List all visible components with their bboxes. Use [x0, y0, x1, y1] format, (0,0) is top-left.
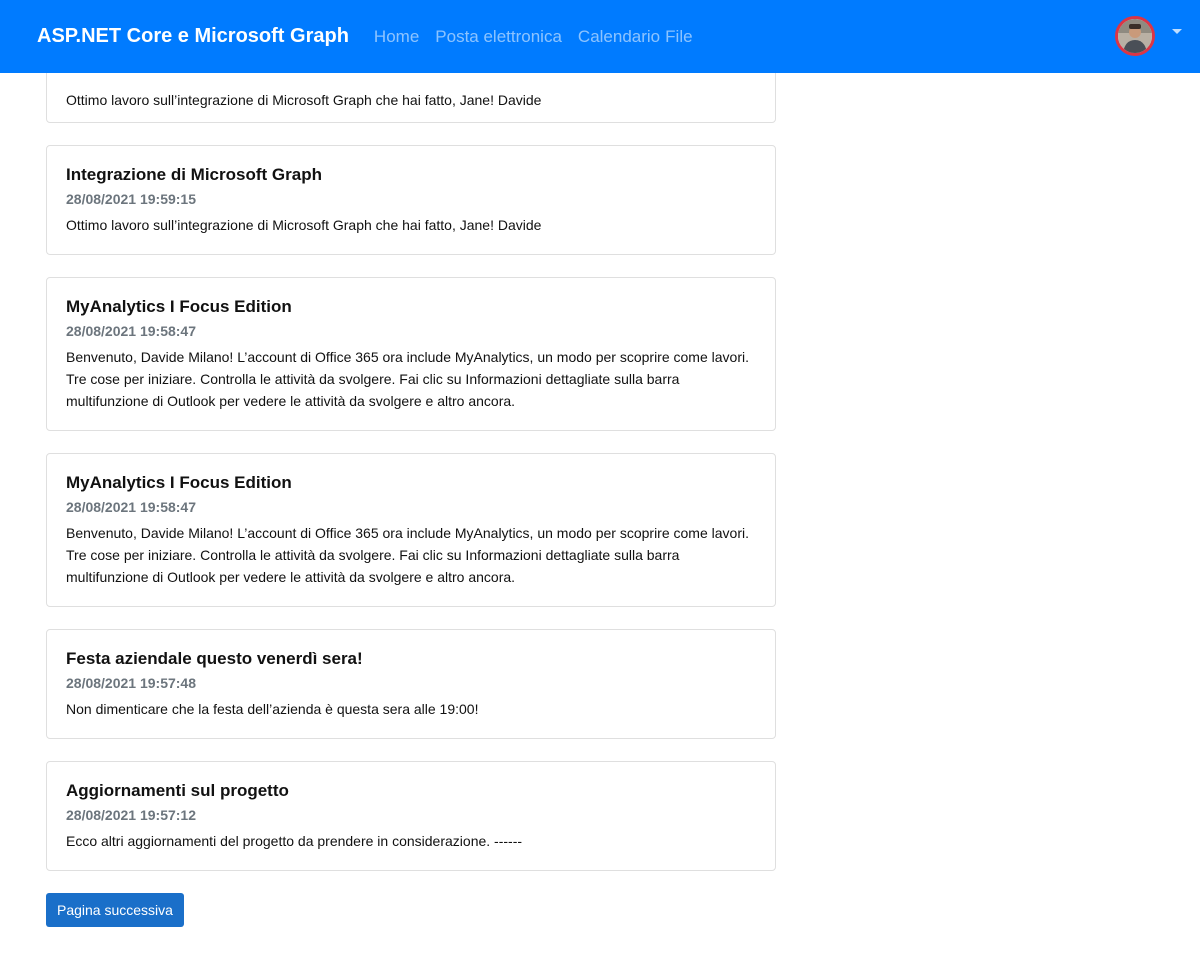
message-body: Benvenuto, Davide Milano! L’account di O…: [66, 525, 749, 585]
message-card[interactable]: Integrazione di Microsoft Graph 28/08/20…: [46, 145, 776, 255]
nav-link-home[interactable]: Home: [374, 27, 419, 47]
message-subject: MyAnalytics I Focus Edition: [66, 473, 292, 492]
nav-link-files[interactable]: File: [665, 27, 692, 47]
top-navbar: ASP.NET Core e Microsoft Graph Home Post…: [0, 0, 1200, 73]
message-card[interactable]: Festa aziendale questo venerdì sera! 28/…: [46, 629, 776, 739]
next-page-button[interactable]: Pagina successiva: [46, 893, 184, 927]
message-date: 28/08/2021 19:59:15: [66, 191, 196, 207]
message-card[interactable]: MyAnalytics I Focus Edition 28/08/2021 1…: [46, 453, 776, 607]
message-subject: MyAnalytics I Focus Edition: [66, 297, 292, 316]
user-avatar[interactable]: [1115, 16, 1155, 56]
message-subject: Integrazione di Microsoft Graph: [66, 165, 322, 184]
message-body: Ecco altri aggiornamenti del progetto da…: [66, 833, 523, 849]
message-date: 28/08/2021 19:58:47: [66, 323, 196, 339]
message-list: Ottimo lavoro sull’integrazione di Micro…: [46, 45, 776, 927]
message-date: 28/08/2021 19:57:48: [66, 675, 196, 691]
message-card[interactable]: MyAnalytics I Focus Edition 28/08/2021 1…: [46, 277, 776, 431]
message-body: Ottimo lavoro sull’integrazione di Micro…: [66, 217, 542, 233]
chevron-down-icon[interactable]: [1172, 28, 1182, 34]
nav-link-mail[interactable]: Posta elettronica: [435, 27, 562, 47]
avatar-photo-icon: [1118, 19, 1152, 53]
message-subject: Festa aziendale questo venerdì sera!: [66, 649, 363, 668]
nav-links: Home Posta elettronica Calendario File: [374, 27, 709, 47]
user-menu[interactable]: [1115, 16, 1182, 56]
message-subject: Aggiornamenti sul progetto: [66, 781, 289, 800]
message-date: 28/08/2021 19:57:12: [66, 807, 196, 823]
message-date: 28/08/2021 19:58:47: [66, 499, 196, 515]
nav-link-calendar[interactable]: Calendario: [578, 27, 660, 47]
message-card[interactable]: Aggiornamenti sul progetto 28/08/2021 19…: [46, 761, 776, 871]
message-body: Non dimenticare che la festa dell’aziend…: [66, 701, 479, 717]
message-body: Ottimo lavoro sull’integrazione di Micro…: [66, 92, 542, 108]
app-brand[interactable]: ASP.NET Core e Microsoft Graph: [37, 25, 349, 48]
message-body: Benvenuto, Davide Milano! L’account di O…: [66, 349, 749, 409]
